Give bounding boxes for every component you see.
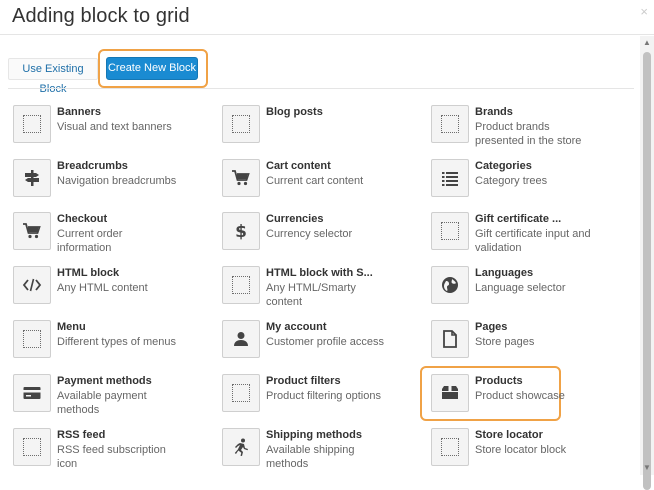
block-description: Category trees: [475, 175, 548, 187]
block-name: Store locator: [475, 429, 543, 441]
block-name: Categories: [475, 160, 532, 172]
create-new-block-button[interactable]: Create New Block: [106, 57, 198, 80]
divider: [8, 88, 634, 89]
placeholder-icon: [13, 320, 51, 358]
block-name: Cart content: [266, 160, 331, 172]
block-name: RSS feed: [57, 429, 106, 441]
block-store-locator[interactable]: Store locator Store locator block: [431, 424, 631, 472]
block-payment-methods[interactable]: Payment methods Available payment method…: [13, 370, 213, 418]
block-pages[interactable]: Pages Store pages: [431, 316, 631, 364]
block-description: Navigation breadcrumbs: [57, 175, 177, 187]
dialog-title: Adding block to grid: [12, 5, 190, 27]
block-description: Store locator block: [475, 444, 567, 456]
globe-icon: [431, 266, 469, 304]
svg-text:$: $: [235, 222, 247, 241]
block-currencies[interactable]: $ Currencies Currency selector: [222, 208, 422, 256]
block-products[interactable]: Products Product showcase: [431, 370, 631, 418]
block-description: Different types of menus: [57, 336, 177, 348]
placeholder-icon: [431, 105, 469, 143]
block-name: Languages: [475, 267, 534, 279]
block-languages[interactable]: Languages Language selector: [431, 262, 631, 310]
block-description: Visual and text banners: [57, 121, 172, 133]
block-shipping-methods[interactable]: Shipping methods Available shipping meth…: [222, 424, 422, 472]
scroll-down-arrow-icon[interactable]: ▼: [640, 461, 654, 475]
block-rss-feed[interactable]: RSS feed RSS feed subscription icon: [13, 424, 213, 472]
scroll-up-arrow-icon[interactable]: ▲: [640, 36, 654, 50]
block-description: Available shipping methods: [266, 444, 355, 470]
block-description: Available payment methods: [57, 390, 147, 416]
block-checkout[interactable]: Checkout Current order information: [13, 208, 213, 256]
block-menu[interactable]: Menu Different types of menus: [13, 316, 213, 364]
block-categories[interactable]: Categories Category trees: [431, 155, 631, 203]
block-name: Pages: [475, 321, 508, 333]
block-description: Gift certificate input and validation: [475, 228, 591, 254]
box-icon: [431, 374, 469, 412]
use-existing-block-button[interactable]: Use Existing Block: [8, 58, 98, 95]
block-brands[interactable]: Brands Product brands presented in the s…: [431, 101, 631, 149]
block-description: Product brands presented in the store: [475, 121, 582, 147]
block-name: Gift certificate ...: [475, 213, 562, 225]
block-name: My account: [266, 321, 327, 333]
cart-icon: [13, 212, 51, 250]
block-description: Any HTML/Smarty content: [266, 282, 356, 308]
block-description: RSS feed subscription icon: [57, 444, 166, 470]
block-description: Current order information: [57, 228, 123, 254]
placeholder-icon: [13, 105, 51, 143]
block-name: Blog posts: [266, 106, 323, 118]
block-gift-certificate[interactable]: Gift certificate ... Gift certificate in…: [431, 208, 631, 256]
block-description: Product filtering options: [266, 390, 381, 402]
block-name: Payment methods: [57, 375, 152, 387]
block-blog-posts[interactable]: Blog posts: [222, 101, 422, 149]
block-description: Product showcase: [475, 390, 565, 402]
placeholder-icon: [222, 374, 260, 412]
dialog-header: Adding block to grid ×: [0, 0, 654, 35]
placeholder-icon: [222, 105, 260, 143]
block-description: Current cart content: [266, 175, 364, 187]
close-icon[interactable]: ×: [640, 4, 648, 19]
block-name: HTML block: [57, 267, 120, 279]
placeholder-icon: [431, 212, 469, 250]
block-name: Banners: [57, 106, 102, 118]
page-icon: [431, 320, 469, 358]
add-block-dialog: Adding block to grid × Use Existing Bloc…: [0, 0, 654, 490]
scrollbar[interactable]: ▲ ▼: [640, 36, 654, 490]
block-product-filters[interactable]: Product filters Product filtering option…: [222, 370, 422, 418]
placeholder-icon: [222, 266, 260, 304]
block-description: Language selector: [475, 282, 566, 294]
block-my-account[interactable]: My account Customer profile access: [222, 316, 422, 364]
block-name: Checkout: [57, 213, 108, 225]
block-description: Any HTML content: [57, 282, 148, 294]
block-banners[interactable]: Banners Visual and text banners: [13, 101, 213, 149]
block-name: Breadcrumbs: [57, 160, 128, 172]
credit-card-icon: [13, 374, 51, 412]
block-html-smarty[interactable]: HTML block with S... Any HTML/Smarty con…: [222, 262, 422, 310]
block-cart-content[interactable]: Cart content Current cart content: [222, 155, 422, 203]
block-name: Currencies: [266, 213, 324, 225]
block-name: Product filters: [266, 375, 341, 387]
runner-icon: [222, 428, 260, 466]
signpost-icon: [13, 159, 51, 197]
block-name: HTML block with S...: [266, 267, 373, 279]
user-icon: [222, 320, 260, 358]
block-html-block[interactable]: HTML block Any HTML content: [13, 262, 213, 310]
cart-icon: [222, 159, 260, 197]
scrollbar-thumb[interactable]: [643, 52, 651, 490]
block-name: Brands: [475, 106, 513, 118]
block-name: Products: [475, 375, 523, 387]
code-icon: [13, 266, 51, 304]
block-description: Customer profile access: [266, 336, 384, 348]
block-description: Store pages: [475, 336, 535, 348]
placeholder-icon: [13, 428, 51, 466]
list-icon: [431, 159, 469, 197]
dollar-icon: $: [222, 212, 260, 250]
placeholder-icon: [431, 428, 469, 466]
block-name: Menu: [57, 321, 86, 333]
block-breadcrumbs[interactable]: Breadcrumbs Navigation breadcrumbs: [13, 155, 213, 203]
block-description: Currency selector: [266, 228, 353, 240]
block-name: Shipping methods: [266, 429, 362, 441]
